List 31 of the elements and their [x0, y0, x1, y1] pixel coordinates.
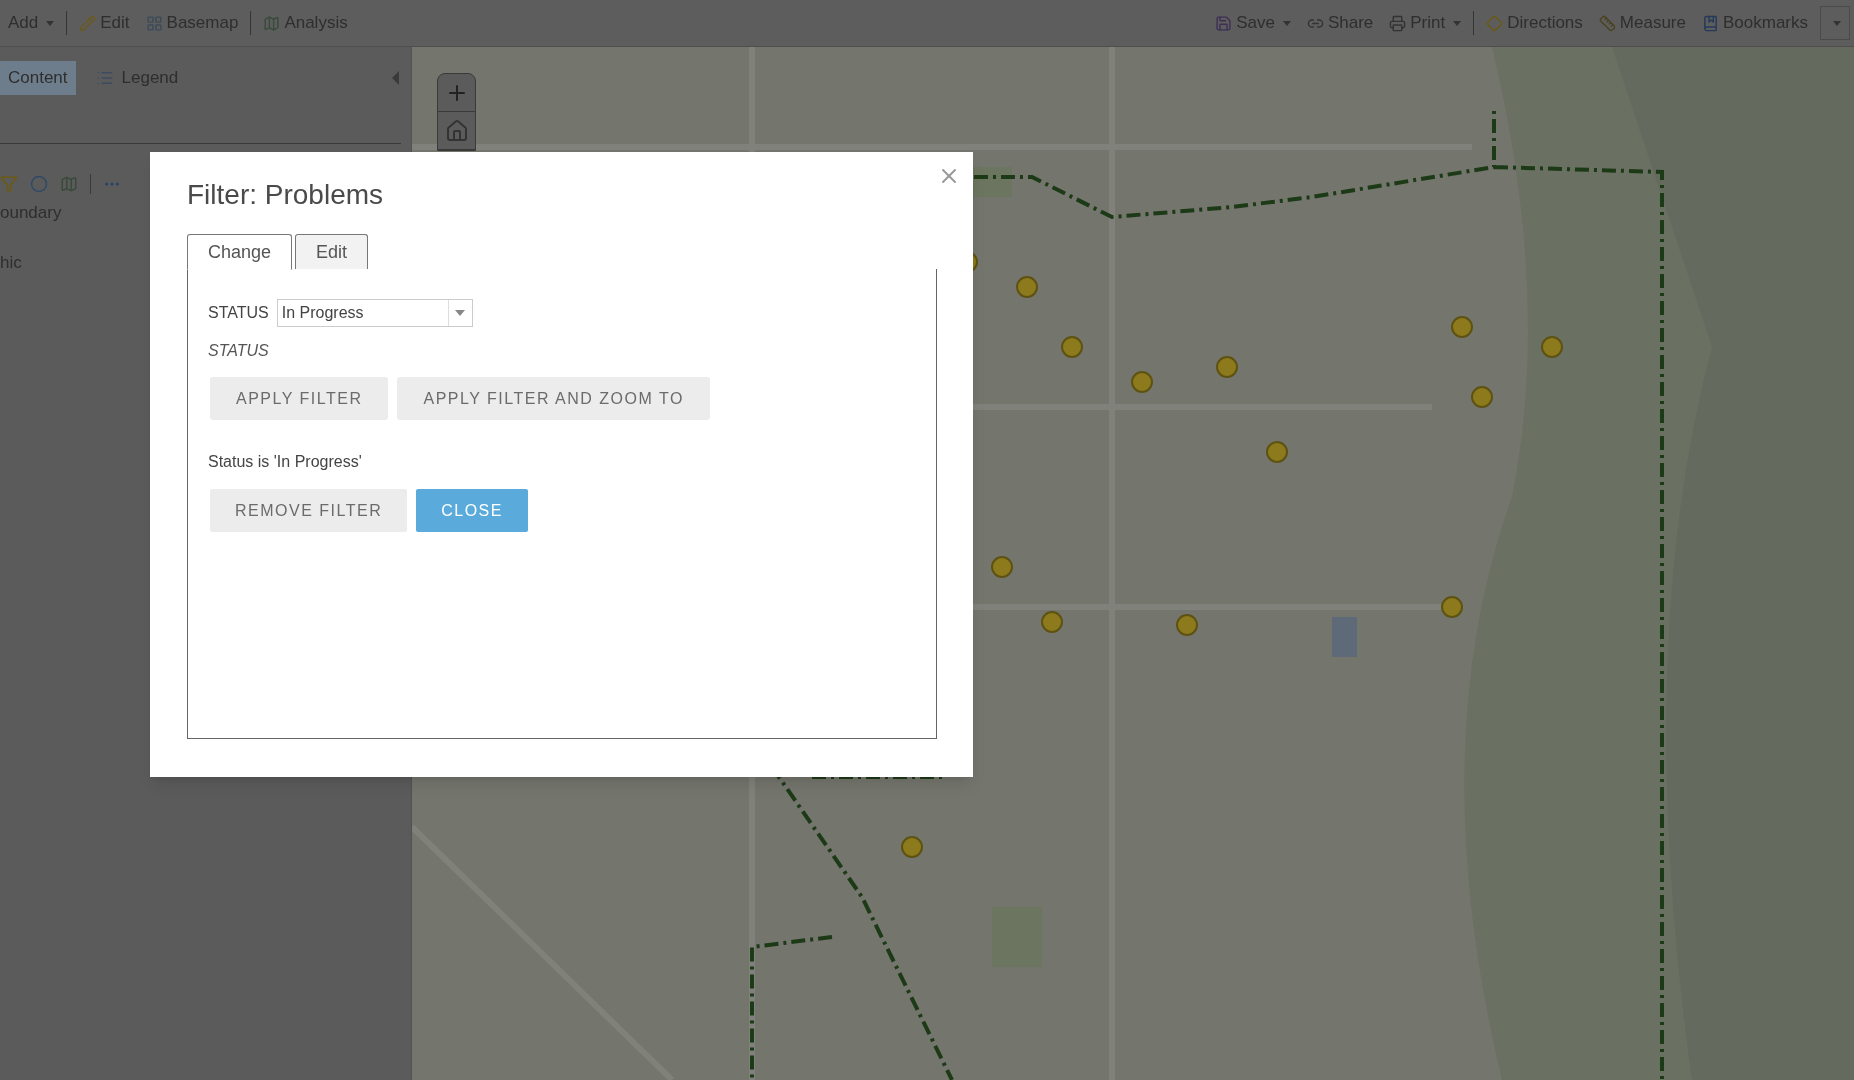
printer-icon: [1389, 14, 1407, 32]
overflow-dropdown-button[interactable]: [1820, 6, 1850, 40]
filter-button[interactable]: APPLY FILTER AND ZOOM TO: [397, 377, 710, 420]
dialog-tab[interactable]: Edit: [295, 234, 369, 269]
field-label: STATUS: [208, 303, 269, 323]
action-button[interactable]: REMOVE FILTER: [210, 489, 408, 532]
pencil-icon: [79, 14, 97, 32]
caret-icon: [1833, 20, 1841, 26]
filter-summary: Status is 'In Progress': [208, 452, 363, 472]
collapse-icon[interactable]: [392, 71, 399, 85]
map-icon[interactable]: [60, 175, 78, 193]
field-hint: STATUS: [208, 341, 270, 361]
diamond-icon: [1486, 14, 1504, 32]
filter-icon[interactable]: [0, 175, 18, 193]
dialog-tab[interactable]: Change: [187, 234, 293, 270]
filter-button[interactable]: APPLY FILTER: [210, 377, 389, 420]
grid-icon: [145, 14, 163, 32]
circle-icon[interactable]: [30, 175, 48, 193]
caret-icon: [1453, 20, 1462, 26]
map-icon: [263, 14, 281, 32]
dialog-title: Filter: Problems: [187, 178, 385, 212]
list-icon: [95, 69, 114, 87]
caret-icon: [46, 20, 55, 26]
caret-icon: [1282, 20, 1291, 26]
book-icon: [1701, 14, 1719, 32]
caret-icon: [455, 310, 466, 316]
action-button[interactable]: CLOSE: [416, 489, 528, 532]
ruler-icon: [1598, 14, 1616, 32]
status-select[interactable]: In Progress: [276, 299, 473, 327]
sidebar-tab[interactable]: Content: [0, 61, 76, 95]
home-icon: [444, 118, 469, 143]
